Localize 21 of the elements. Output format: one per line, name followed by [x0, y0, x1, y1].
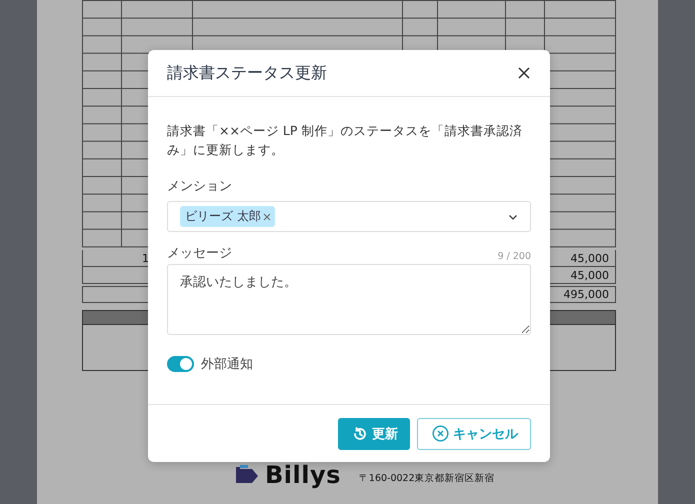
amount-cell-text: 45,000: [570, 268, 610, 282]
close-icon[interactable]: [517, 66, 531, 80]
logo-icon: [235, 464, 259, 486]
toggle-label: 外部通知: [201, 356, 253, 373]
company-address: 〒160-0022東京都新宿区新宿: [358, 472, 495, 484]
refresh-icon: [352, 426, 368, 442]
tag-remove-icon[interactable]: [262, 212, 271, 220]
company-name: Billys: [265, 461, 341, 489]
character-counter: 9 / 200: [498, 251, 531, 262]
cancel-icon: [432, 425, 449, 442]
field-label: メッセージ: [167, 245, 232, 262]
field-label: メンション: [167, 178, 233, 195]
dialog-message: 請求書「××ページ LP 制作」のステータスを「請求書承認済み」に更新します。: [167, 122, 524, 159]
mention-select[interactable]: ビリーズ 太郎: [167, 201, 531, 232]
user-tag: ビリーズ 太郎: [180, 206, 275, 227]
toggle-switch[interactable]: [167, 356, 194, 372]
table-cell: 1: [142, 252, 149, 264]
dialog-title: 請求書ステータス更新: [167, 62, 327, 84]
amount-cell-text: 45,000: [570, 252, 610, 264]
amount-cell-text: 495,000: [564, 288, 610, 301]
message-field[interactable]: 承認いたしました。: [167, 264, 531, 335]
